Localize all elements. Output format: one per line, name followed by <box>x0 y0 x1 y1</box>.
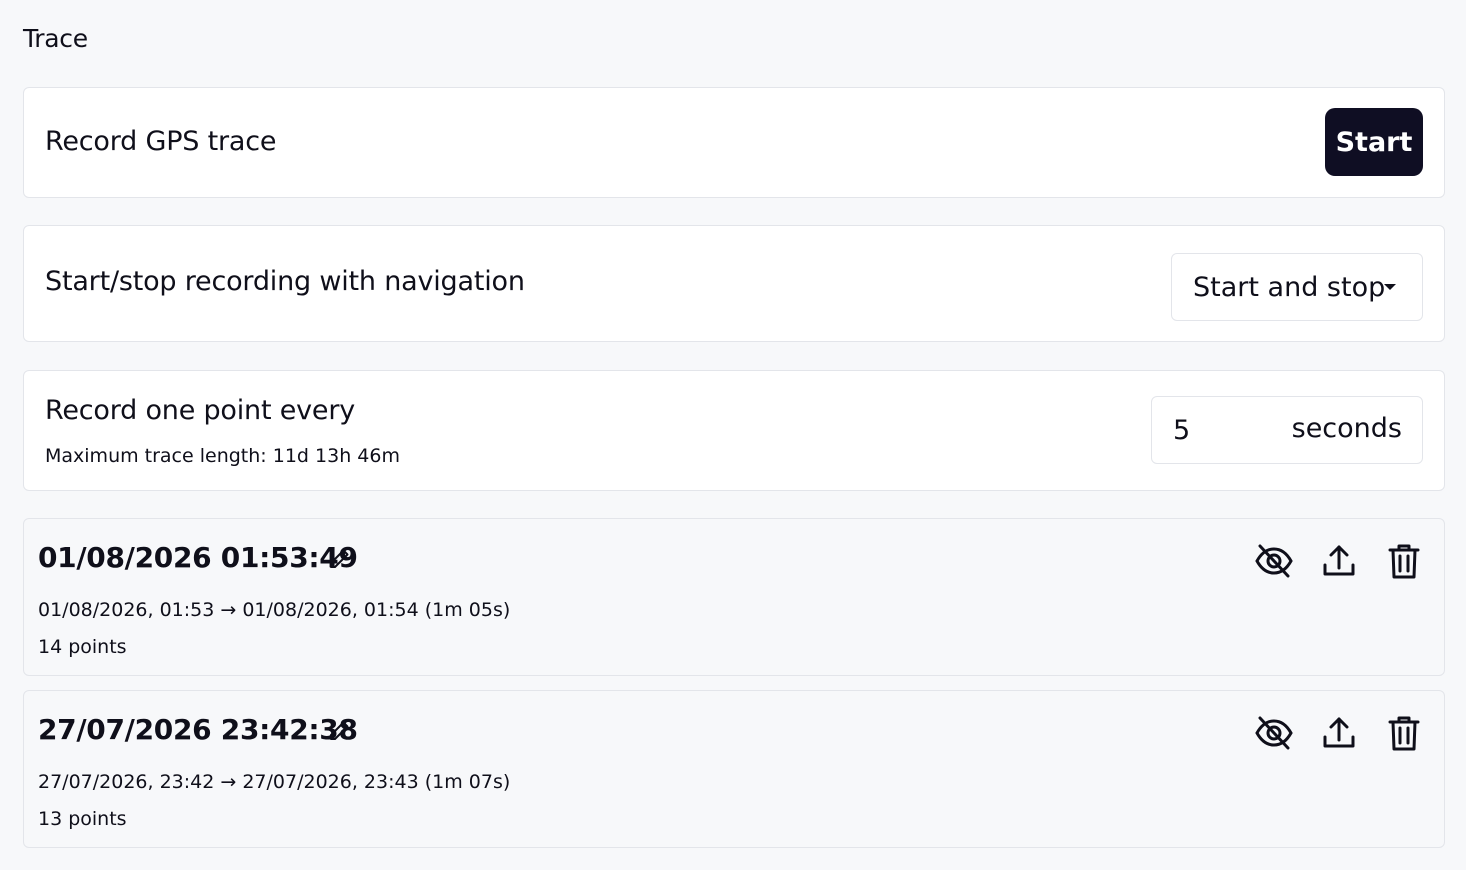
pencil-icon[interactable] <box>327 719 351 743</box>
trace-item: 01/08/2026 01:53:49 01/08/2026, 01:53 → … <box>23 518 1445 676</box>
record-label: Record GPS trace <box>45 126 277 157</box>
trace-points: 14 points <box>38 636 127 658</box>
trace-range: 01/08/2026, 01:53 → 01/08/2026, 01:54 (1… <box>38 599 511 621</box>
navigation-label: Start/stop recording with navigation <box>45 266 525 297</box>
upload-icon[interactable] <box>1319 541 1359 581</box>
interval-unit: seconds <box>1291 413 1402 444</box>
navigation-card: Start/stop recording with navigation Sta… <box>23 225 1445 342</box>
chevron-down-icon <box>1384 284 1396 290</box>
navigation-select[interactable]: Start and stop <box>1171 253 1423 321</box>
interval-card: Record one point every Maximum trace len… <box>23 370 1445 491</box>
interval-input[interactable] <box>1173 413 1273 447</box>
trash-icon[interactable] <box>1384 713 1424 753</box>
max-length-hint: Maximum trace length: 11d 13h 46m <box>45 445 400 467</box>
page-title: Trace <box>23 24 88 53</box>
navigation-select-value: Start and stop <box>1193 271 1386 303</box>
interval-label: Record one point every <box>45 395 356 426</box>
trace-name: 27/07/2026 23:42:38 <box>38 713 358 746</box>
eye-off-icon[interactable] <box>1254 541 1294 581</box>
trace-name: 01/08/2026 01:53:49 <box>38 541 358 574</box>
interval-field: seconds <box>1151 396 1423 464</box>
trash-icon[interactable] <box>1384 541 1424 581</box>
eye-off-icon[interactable] <box>1254 713 1294 753</box>
record-card: Record GPS trace Start <box>23 87 1445 198</box>
trace-range: 27/07/2026, 23:42 → 27/07/2026, 23:43 (1… <box>38 771 511 793</box>
trace-item: 27/07/2026 23:42:38 27/07/2026, 23:42 → … <box>23 690 1445 848</box>
trace-points: 13 points <box>38 808 127 830</box>
start-button[interactable]: Start <box>1325 108 1423 176</box>
pencil-icon[interactable] <box>327 547 351 571</box>
upload-icon[interactable] <box>1319 713 1359 753</box>
trace-settings-page: Trace Record GPS trace Start Start/stop … <box>0 0 1466 870</box>
